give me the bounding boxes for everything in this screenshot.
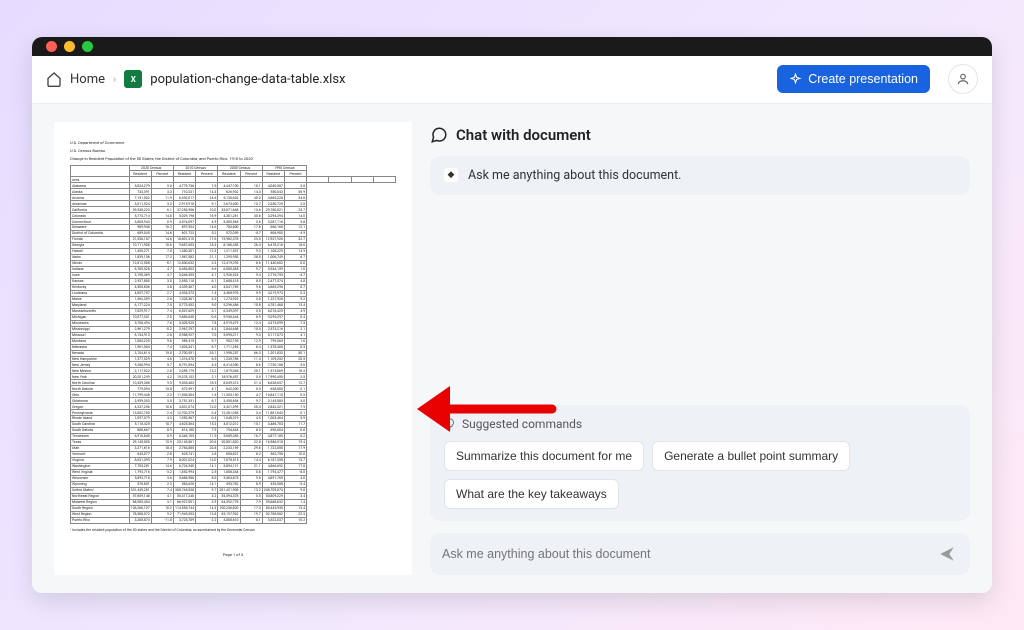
window-close-button[interactable] [46,41,57,52]
topbar: Home › X population-change-data-table.xl… [32,56,992,104]
user-avatar-button[interactable] [948,64,978,94]
chat-welcome-message: ◆ Ask me anything about this document. [430,156,970,195]
send-button[interactable] [936,543,958,565]
home-icon [46,71,62,87]
chat-input-container [430,533,970,575]
doc-footnote: ¹ Includes the resident population of th… [70,528,396,532]
sparkle-icon [789,73,802,86]
lightbulb-icon [444,418,456,430]
send-icon [938,545,956,563]
browser-window: Home › X population-change-data-table.xl… [32,37,992,593]
chat-input[interactable] [442,547,928,561]
chat-header: Chat with document [430,122,970,144]
main-area: U.S. Department of Commerce U.S. Census … [32,104,992,594]
user-icon [956,72,970,86]
window-minimize-button[interactable] [64,41,75,52]
suggestion-chip-1[interactable]: Generate a bullet point summary [652,441,850,471]
doc-dept-line: U.S. Department of Commerce [70,140,396,145]
doc-page-number: Page 1 of 3 [70,552,396,557]
ai-avatar-icon: ◆ [444,168,458,182]
app-body: Home › X population-change-data-table.xl… [32,56,992,594]
breadcrumb-filename: population-change-data-table.xlsx [150,72,345,87]
chat-title: Chat with document [456,126,591,144]
document-content: U.S. Department of Commerce U.S. Census … [70,140,396,558]
census-data-table: 2020 Census2010 Census2000 Census1990 Ce… [70,165,396,524]
doc-bureau-line: U.S. Census Bureau [70,148,396,153]
doc-title: Change in Resident Population of the 50 … [70,156,396,161]
window-titlebar [32,37,992,56]
suggested-commands-box: Suggested commands Summarize this docume… [430,405,970,521]
create-presentation-label: Create presentation [808,72,918,86]
window-maximize-button[interactable] [82,41,93,52]
create-presentation-button[interactable]: Create presentation [777,65,930,93]
document-preview-panel[interactable]: U.S. Department of Commerce U.S. Census … [54,122,412,576]
breadcrumb-home[interactable]: Home [70,72,105,87]
chevron-right-icon: › [113,73,116,86]
suggestion-chip-2[interactable]: What are the key takeaways [444,479,619,509]
excel-file-icon: X [124,70,142,88]
suggested-commands-label: Suggested commands [444,417,956,431]
breadcrumb: Home › X population-change-data-table.xl… [46,70,346,88]
chat-welcome-text: Ask me anything about this document. [468,168,681,183]
suggestion-chip-0[interactable]: Summarize this document for me [444,441,644,471]
chat-panel: Chat with document ◆ Ask me anything abo… [430,122,970,576]
chat-bubble-icon [430,126,448,144]
